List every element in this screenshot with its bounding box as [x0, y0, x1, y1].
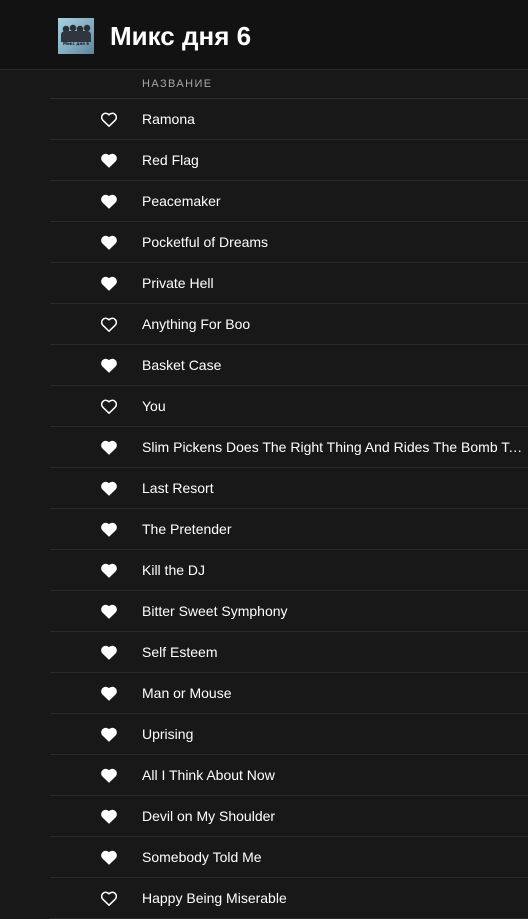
- cover-photo-people: [61, 24, 91, 42]
- heart-filled-icon[interactable]: [101, 604, 117, 619]
- track-name[interactable]: Ramona: [142, 111, 524, 128]
- track-row[interactable]: Pocketful of Dreams: [50, 222, 528, 263]
- track-row[interactable]: Basket Case: [50, 345, 528, 386]
- track-row[interactable]: Private Hell: [50, 263, 528, 304]
- track-row[interactable]: Kill the DJ: [50, 550, 528, 591]
- track-row[interactable]: Devil on My Shoulder: [50, 796, 528, 837]
- track-list-header: НАЗВАНИЕ: [50, 70, 528, 99]
- heart-outline-icon[interactable]: [101, 317, 117, 332]
- playlist-cover-image[interactable]: Микс дня 6: [58, 18, 94, 54]
- column-title-header[interactable]: НАЗВАНИЕ: [142, 78, 213, 90]
- heart-filled-icon[interactable]: [101, 563, 117, 578]
- track-row[interactable]: Slim Pickens Does The Right Thing And Ri…: [50, 427, 528, 468]
- playlist-header: Микс дня 6 Микс дня 6: [0, 0, 528, 70]
- heart-filled-icon[interactable]: [101, 522, 117, 537]
- track-row[interactable]: You: [50, 386, 528, 427]
- track-name[interactable]: Basket Case: [142, 357, 524, 374]
- track-row[interactable]: Bitter Sweet Symphony: [50, 591, 528, 632]
- track-name[interactable]: Somebody Told Me: [142, 849, 524, 866]
- track-row[interactable]: Ramona: [50, 99, 528, 140]
- heart-outline-icon[interactable]: [101, 399, 117, 414]
- track-name[interactable]: The Pretender: [142, 521, 524, 538]
- track-name[interactable]: Devil on My Shoulder: [142, 808, 524, 825]
- playlist-title: Микс дня 6: [110, 21, 252, 51]
- heart-filled-icon[interactable]: [101, 481, 117, 496]
- track-row[interactable]: Man or Mouse: [50, 673, 528, 714]
- track-name[interactable]: All I Think About Now: [142, 767, 524, 784]
- track-name[interactable]: Pocketful of Dreams: [142, 234, 524, 251]
- track-name[interactable]: Self Esteem: [142, 644, 524, 661]
- track-name[interactable]: Slim Pickens Does The Right Thing And Ri…: [142, 439, 524, 456]
- heart-filled-icon[interactable]: [101, 727, 117, 742]
- track-name[interactable]: Bitter Sweet Symphony: [142, 603, 524, 620]
- heart-filled-icon[interactable]: [101, 809, 117, 824]
- track-row[interactable]: Red Flag: [50, 140, 528, 181]
- cover-label: Микс дня 6: [63, 41, 89, 46]
- track-name[interactable]: Red Flag: [142, 152, 524, 169]
- track-name[interactable]: Peacemaker: [142, 193, 524, 210]
- track-name[interactable]: Kill the DJ: [142, 562, 524, 579]
- heart-filled-icon[interactable]: [101, 276, 117, 291]
- track-row[interactable]: Peacemaker: [50, 181, 528, 222]
- track-row[interactable]: The Pretender: [50, 509, 528, 550]
- track-name[interactable]: Anything For Boo: [142, 316, 524, 333]
- heart-filled-icon[interactable]: [101, 645, 117, 660]
- heart-filled-icon[interactable]: [101, 440, 117, 455]
- track-row[interactable]: Anything For Boo: [50, 304, 528, 345]
- heart-filled-icon[interactable]: [101, 235, 117, 250]
- track-row[interactable]: Happy Being Miserable: [50, 878, 528, 919]
- heart-filled-icon[interactable]: [101, 768, 117, 783]
- track-list: Ramona Red Flag Peacemaker Pocketful of Dre…: [50, 99, 528, 919]
- track-row[interactable]: Somebody Told Me: [50, 837, 528, 878]
- heart-filled-icon[interactable]: [101, 850, 117, 865]
- heart-outline-icon[interactable]: [101, 112, 117, 127]
- track-row[interactable]: Last Resort: [50, 468, 528, 509]
- track-row[interactable]: Uprising: [50, 714, 528, 755]
- track-name[interactable]: You: [142, 398, 524, 415]
- heart-outline-icon[interactable]: [101, 891, 117, 906]
- track-name[interactable]: Private Hell: [142, 275, 524, 292]
- track-row[interactable]: Self Esteem: [50, 632, 528, 673]
- track-name[interactable]: Happy Being Miserable: [142, 890, 524, 907]
- track-name[interactable]: Man or Mouse: [142, 685, 524, 702]
- heart-filled-icon[interactable]: [101, 686, 117, 701]
- heart-filled-icon[interactable]: [101, 194, 117, 209]
- track-row[interactable]: All I Think About Now: [50, 755, 528, 796]
- heart-filled-icon[interactable]: [101, 153, 117, 168]
- track-name[interactable]: Last Resort: [142, 480, 524, 497]
- heart-filled-icon[interactable]: [101, 358, 117, 373]
- track-name[interactable]: Uprising: [142, 726, 524, 743]
